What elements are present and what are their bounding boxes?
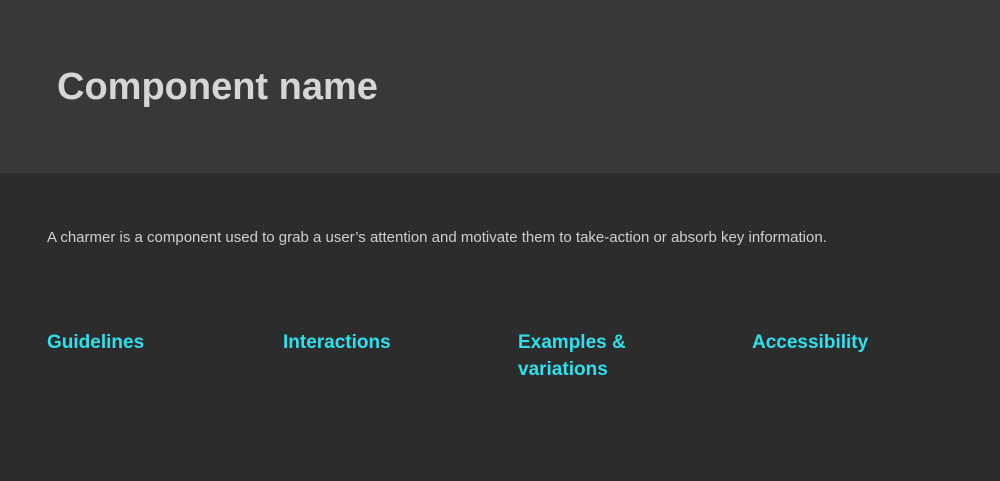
page-header: Component name <box>0 0 1000 173</box>
interactions-link[interactable]: Interactions <box>283 329 391 356</box>
guidelines-link[interactable]: Guidelines <box>47 329 144 356</box>
accessibility-link[interactable]: Accessibility <box>752 329 868 356</box>
examples-variations-link[interactable]: Examples & variations <box>518 329 678 383</box>
page: Component name A charmer is a component … <box>0 0 1000 481</box>
component-description: A charmer is a component used to grab a … <box>47 229 827 246</box>
page-title: Component name <box>57 66 378 108</box>
